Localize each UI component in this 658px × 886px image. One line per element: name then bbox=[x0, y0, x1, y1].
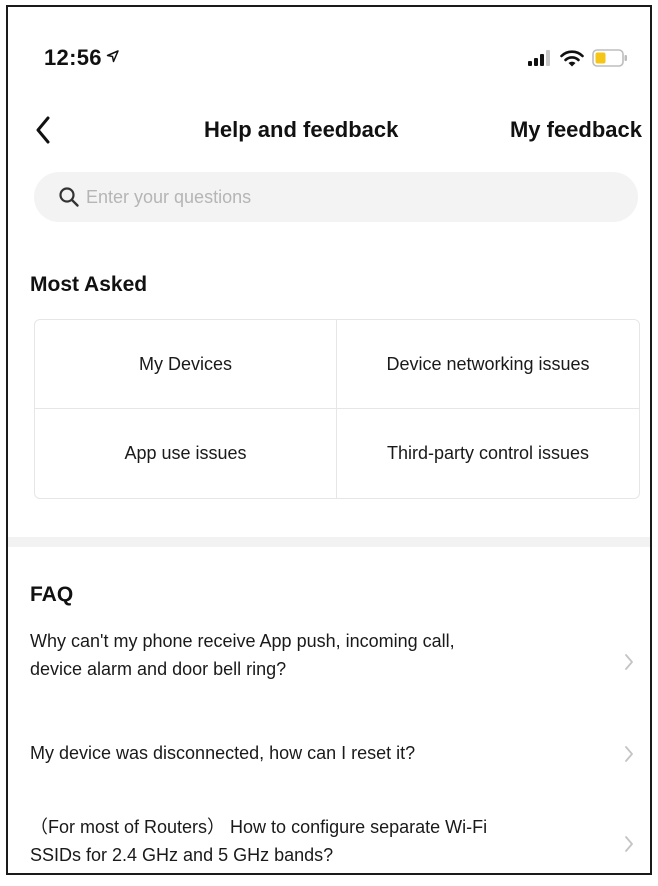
faq-item-separate-ssids[interactable]: （For most of Routers） How to configure s… bbox=[8, 813, 650, 873]
nav-bar: Help and feedback My feedback bbox=[8, 107, 650, 157]
chevron-right-icon bbox=[625, 836, 633, 852]
most-asked-third-party-control[interactable]: Third-party control issues bbox=[337, 409, 639, 498]
back-chevron-icon bbox=[36, 116, 50, 144]
chevron-right-icon bbox=[625, 654, 633, 670]
wifi-icon bbox=[560, 49, 584, 66]
signal-icon bbox=[528, 50, 550, 66]
most-asked-device-networking[interactable]: Device networking issues bbox=[337, 320, 639, 409]
most-asked-label: Third-party control issues bbox=[386, 443, 590, 463]
most-asked-label: My Devices bbox=[138, 353, 232, 374]
status-bar: 12:56 bbox=[8, 7, 650, 97]
chevron-right-icon bbox=[625, 746, 633, 762]
most-asked-my-devices[interactable]: My Devices bbox=[35, 320, 337, 409]
search-icon bbox=[59, 187, 79, 207]
back-button[interactable] bbox=[28, 113, 58, 147]
status-time-text: 12:56 bbox=[44, 45, 102, 70]
phone-screen: 12:56 Help and feedback My feedback Ente… bbox=[6, 5, 652, 875]
faq-heading: FAQ bbox=[30, 583, 74, 606]
most-asked-label: App use issues bbox=[124, 443, 247, 463]
search-input[interactable] bbox=[86, 186, 566, 208]
search-bar[interactable] bbox=[34, 172, 638, 222]
most-asked-heading: Most Asked bbox=[30, 273, 148, 296]
most-asked-label: Device networking issues bbox=[386, 353, 590, 374]
status-icons bbox=[528, 49, 628, 67]
faq-question-line: （For most of Routers） How to configure s… bbox=[30, 817, 488, 837]
most-asked-grid: My Devices Device networking issues App … bbox=[34, 319, 640, 499]
faq-item-push-notifications[interactable]: Why can't my phone receive App push, inc… bbox=[8, 627, 650, 697]
faq-question: Why can't my phone receive App push, inc… bbox=[30, 627, 600, 683]
location-arrow-icon bbox=[106, 50, 119, 67]
faq-question: My device was disconnected, how can I re… bbox=[30, 739, 600, 767]
faq-question-line: My device was disconnected, how can I re… bbox=[30, 743, 416, 763]
status-time: 12:56 bbox=[44, 45, 119, 71]
faq-question-line: Why can't my phone receive App push, inc… bbox=[30, 631, 455, 651]
faq-question-line: SSIDs for 2.4 GHz and 5 GHz bands? bbox=[30, 845, 334, 865]
faq-question: （For most of Routers） How to configure s… bbox=[30, 813, 600, 869]
my-feedback-button[interactable]: My feedback bbox=[510, 117, 642, 143]
battery-icon bbox=[592, 49, 627, 67]
faq-question-line: device alarm and door bell ring? bbox=[30, 659, 287, 679]
page-title: Help and feedback bbox=[204, 117, 399, 142]
section-divider bbox=[8, 537, 650, 547]
faq-item-reset-device[interactable]: My device was disconnected, how can I re… bbox=[8, 739, 650, 769]
most-asked-app-use[interactable]: App use issues bbox=[35, 409, 337, 498]
